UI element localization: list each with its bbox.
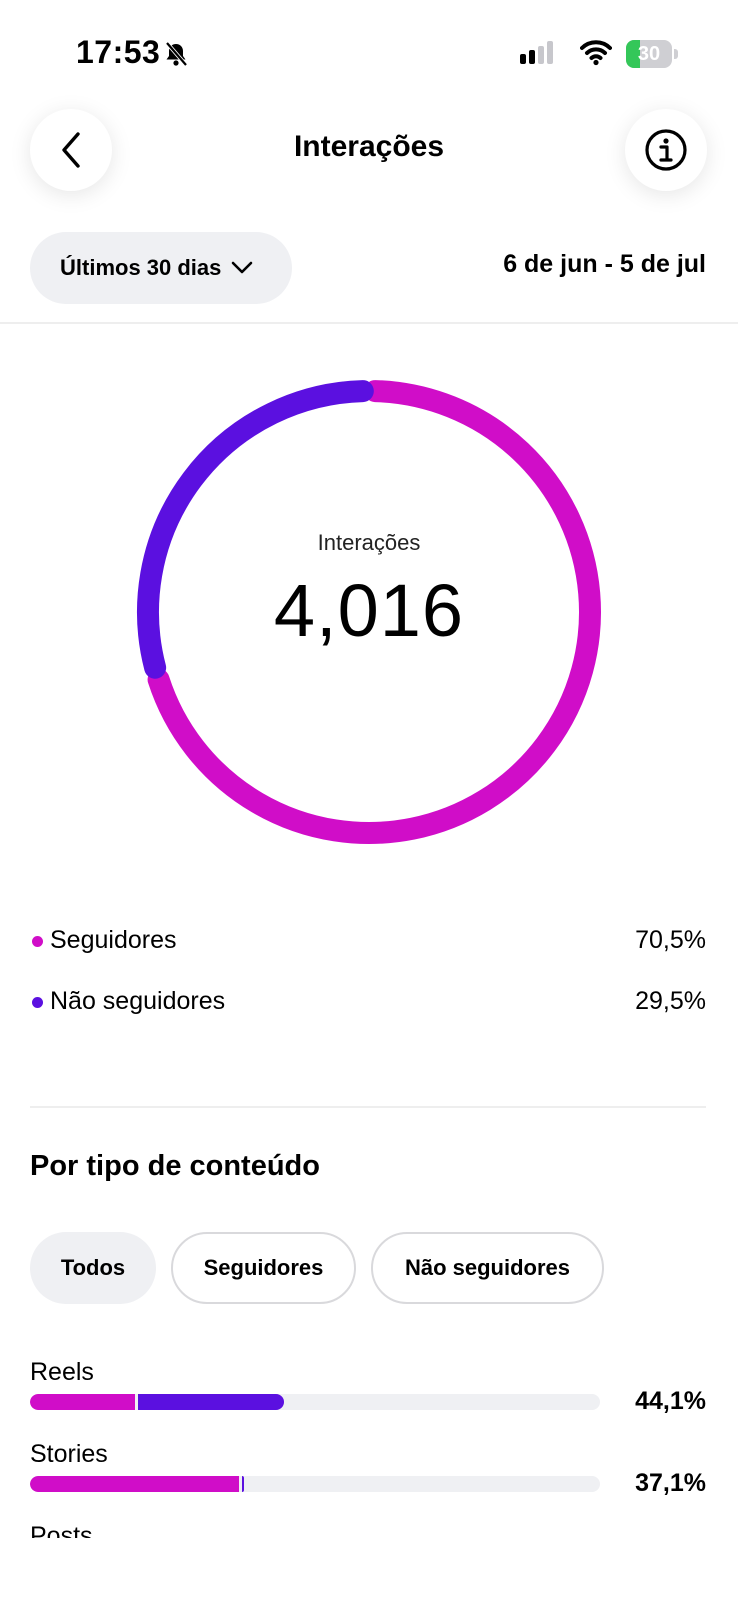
legend-value: 29,5% <box>635 987 706 1015</box>
bar-track-reels <box>30 1394 600 1410</box>
bar-segment-followers <box>30 1394 136 1410</box>
legend-dot <box>32 936 43 947</box>
status-time: 17:53 <box>76 34 161 70</box>
donut-label: Interações <box>317 530 421 555</box>
info-button[interactable] <box>625 109 707 191</box>
bar-label-reels: Reels <box>30 1358 94 1386</box>
wifi-icon <box>580 40 612 66</box>
divider <box>0 322 738 324</box>
legend-label: Seguidores <box>50 926 177 954</box>
bar-segment-non-followers <box>138 1394 285 1410</box>
bar-label-posts: Posts <box>30 1522 93 1538</box>
chip-label: Seguidores <box>203 1255 324 1280</box>
battery-percent: 30 <box>637 43 661 65</box>
chip-non-followers[interactable]: Não seguidores <box>371 1232 604 1304</box>
bar-track-stories <box>30 1476 600 1492</box>
legend-value: 70,5% <box>635 926 706 954</box>
legend-item-non-followers: Não seguidores 29,5% <box>30 983 706 1023</box>
section-title: Por tipo de conteúdo <box>30 1150 320 1182</box>
legend-dot <box>32 997 43 1008</box>
info-icon <box>645 129 687 171</box>
status-bar: 17:53 30 <box>0 0 738 100</box>
chip-followers[interactable]: Seguidores <box>171 1232 356 1304</box>
bar-label-stories: Stories <box>30 1440 108 1468</box>
bar-value-reels: 44,1% <box>635 1387 706 1415</box>
chip-label: Não seguidores <box>404 1255 571 1280</box>
donut-total: 4,016 <box>273 569 465 652</box>
bell-slash-icon <box>165 41 188 67</box>
content-type-list: Reels 44,1% Stories 37,1% Posts <box>0 1318 738 1538</box>
date-range-dropdown[interactable]: Últimos 30 dias <box>30 232 292 304</box>
chip-label: Todos <box>60 1255 126 1280</box>
bar-segment-followers <box>30 1476 239 1492</box>
divider <box>30 1106 706 1108</box>
chip-all[interactable]: Todos <box>30 1232 156 1304</box>
chevron-down-icon <box>232 261 253 274</box>
date-range-dropdown-label: Últimos 30 dias <box>60 255 222 280</box>
battery-icon: 30 <box>626 40 678 68</box>
cellular-signal-icon <box>520 41 553 64</box>
legend-label: Não seguidores <box>50 987 226 1015</box>
legend-item-followers: Seguidores 70,5% <box>30 922 706 962</box>
bar-value-stories: 37,1% <box>635 1469 706 1497</box>
date-range-text: 6 de jun - 5 de jul <box>503 250 706 278</box>
bar-segment-non-followers <box>241 1476 245 1492</box>
